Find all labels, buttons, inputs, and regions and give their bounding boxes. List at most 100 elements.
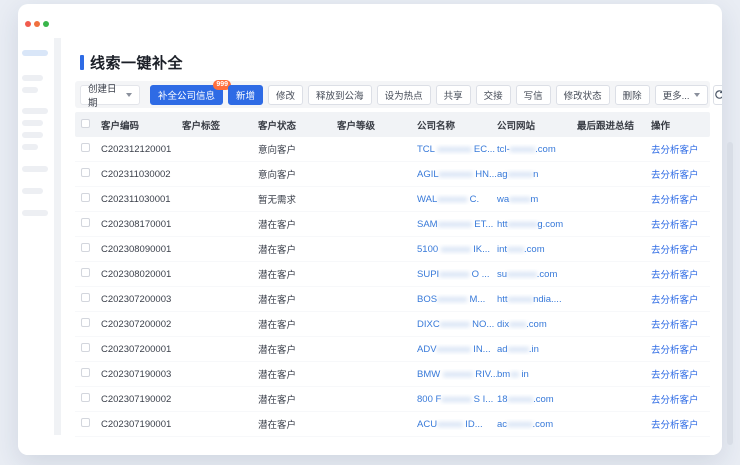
row-checkbox[interactable] [81,218,90,227]
sidebar-item[interactable] [22,132,43,138]
analyze-customer-link[interactable]: 去分析客户 [651,295,699,306]
table-row[interactable]: C202312120001 意向客户 TCL xxxxxxxx EC... tc… [75,137,710,162]
release-to-pool-button[interactable]: 释放到公海 [308,85,372,105]
analyze-customer-link[interactable]: 去分析客户 [651,195,699,206]
analyze-customer-link[interactable]: 去分析客户 [651,245,699,256]
table-row[interactable]: C202308020001 潜在客户 SUPIxxxxxxx O ... sux… [75,262,710,287]
sidebar-item[interactable] [22,166,48,172]
customer-code: C202308170001 [101,219,182,230]
table-row[interactable]: C202307200003 潜在客户 BOSxxxxxxx M... httxx… [75,287,710,312]
customer-status: 潜在客户 [258,317,337,331]
table-row[interactable]: C202308090001 潜在客户 5100 xxxxxxx IK... in… [75,237,710,262]
handover-button[interactable]: 交接 [476,85,511,105]
company-website[interactable]: bmxx in [497,369,577,380]
page-scrollbar-thumb[interactable] [727,142,733,445]
analyze-customer-link[interactable]: 去分析客户 [651,395,699,406]
company-name: ACUxxxxxx ID... [417,419,497,430]
share-button[interactable]: 共享 [436,85,471,105]
window-close-dot[interactable] [25,21,31,27]
add-button[interactable]: 新增 [228,85,263,105]
more-button[interactable]: 更多... [655,85,708,105]
table-row[interactable]: C202307190003 潜在客户 BMW xxxxxxx RIV... bm… [75,362,710,387]
company-website[interactable]: tcl-xxxxxx.com [497,144,577,155]
row-checkbox[interactable] [81,368,90,377]
sidebar-item[interactable] [22,87,38,93]
company-website[interactable]: waxxxxxm [497,194,577,205]
date-filter-select[interactable]: 创建日期 [80,85,140,105]
window-maximize-dot[interactable] [43,21,49,27]
customer-status: 意向客户 [258,142,337,156]
analyze-customer-link[interactable]: 去分析客户 [651,145,699,156]
refresh-button[interactable] [713,85,722,105]
change-status-button[interactable]: 修改状态 [556,85,610,105]
col-customer-level: 客户等级 [337,118,417,132]
company-website[interactable]: acxxxxxx.com [497,419,577,430]
analyze-customer-link[interactable]: 去分析客户 [651,420,699,431]
window-minimize-dot[interactable] [34,21,40,27]
col-actions: 操作 [651,118,710,132]
row-checkbox[interactable] [81,243,90,252]
sidebar-item[interactable] [22,75,43,81]
sidebar-item-active[interactable] [22,50,48,56]
sidebar-divider [54,38,61,435]
sidebar-item[interactable] [22,108,48,114]
row-checkbox[interactable] [81,418,90,427]
title-accent-bar [80,55,84,70]
sidebar-nav-skeleton [18,38,54,455]
table-row[interactable]: C202311030002 意向客户 AGILxxxxxxxx HN... ag… [75,162,710,187]
table-row[interactable]: C202307200001 潜在客户 ADVxxxxxxxx IN... adx… [75,337,710,362]
company-website[interactable]: intxxxx.com [497,244,577,255]
sidebar-item[interactable] [22,188,43,194]
customer-status: 潜在客户 [258,217,337,231]
table-row[interactable]: C202307190002 潜在客户 800 Fxxxxxxx S I... 1… [75,387,710,412]
row-checkbox[interactable] [81,293,90,302]
row-checkbox[interactable] [81,143,90,152]
row-checkbox[interactable] [81,393,90,402]
app-window: 线索一键补全 创建日期 补全公司信息 999 新增 修改 释放到公海 设为热点 … [18,4,722,455]
table-row[interactable]: C202308170001 潜在客户 SAMxxxxxxxx ET... htt… [75,212,710,237]
company-website[interactable]: httxxxxxxndia.... [497,294,577,305]
write-email-button[interactable]: 写信 [516,85,551,105]
company-website[interactable]: dixxxxx.com [497,319,577,330]
set-hotspot-button[interactable]: 设为热点 [377,85,431,105]
company-website[interactable]: adxxxxx.in [497,344,577,355]
analyze-customer-link[interactable]: 去分析客户 [651,170,699,181]
customer-status: 潜在客户 [258,342,337,356]
row-checkbox[interactable] [81,343,90,352]
analyze-customer-link[interactable]: 去分析客户 [651,320,699,331]
row-checkbox[interactable] [81,318,90,327]
company-website[interactable]: httxxxxxxxg.com [497,219,577,230]
sidebar-item[interactable] [22,120,43,126]
select-all-checkbox[interactable] [81,119,90,128]
table-row[interactable]: C202307190001 潜在客户 ACUxxxxxx ID... acxxx… [75,412,710,437]
sidebar-item[interactable] [22,210,48,216]
customer-status: 潜在客户 [258,267,337,281]
customer-code: C202312120001 [101,144,182,155]
customer-status: 潜在客户 [258,417,337,431]
analyze-customer-link[interactable]: 去分析客户 [651,270,699,281]
company-name: 800 Fxxxxxxx S I... [417,394,497,405]
company-website[interactable]: 18xxxxxx.com [497,394,577,405]
company-website[interactable]: agxxxxxxn [497,169,577,180]
customer-code: C202307190001 [101,419,182,430]
chevron-down-icon [126,93,132,97]
table-row[interactable]: C202307200002 潜在客户 DIXCxxxxxxx NO... dix… [75,312,710,337]
company-website[interactable]: suxxxxxxx.com [497,269,577,280]
sidebar-item[interactable] [22,144,38,150]
page-title-text: 线索一键补全 [90,52,183,73]
col-company-website: 公司网站 [497,118,577,132]
complete-company-info-button[interactable]: 补全公司信息 999 [150,85,223,105]
row-checkbox[interactable] [81,268,90,277]
analyze-customer-link[interactable]: 去分析客户 [651,345,699,356]
delete-button[interactable]: 删除 [615,85,650,105]
analyze-customer-link[interactable]: 去分析客户 [651,370,699,381]
col-followup-summary: 最后跟进总结 [577,118,651,132]
company-name: BMW xxxxxxx RIV... [417,369,497,380]
customers-table: 客户编码 客户标签 客户状态 客户等级 公司名称 公司网站 最后跟进总结 操作 … [75,112,710,437]
edit-button[interactable]: 修改 [268,85,303,105]
row-checkbox[interactable] [81,193,90,202]
row-checkbox[interactable] [81,168,90,177]
col-customer-tag: 客户标签 [182,118,258,132]
analyze-customer-link[interactable]: 去分析客户 [651,220,699,231]
table-row[interactable]: C202311030001 暂无需求 WALxxxxxxx C. waxxxxx… [75,187,710,212]
